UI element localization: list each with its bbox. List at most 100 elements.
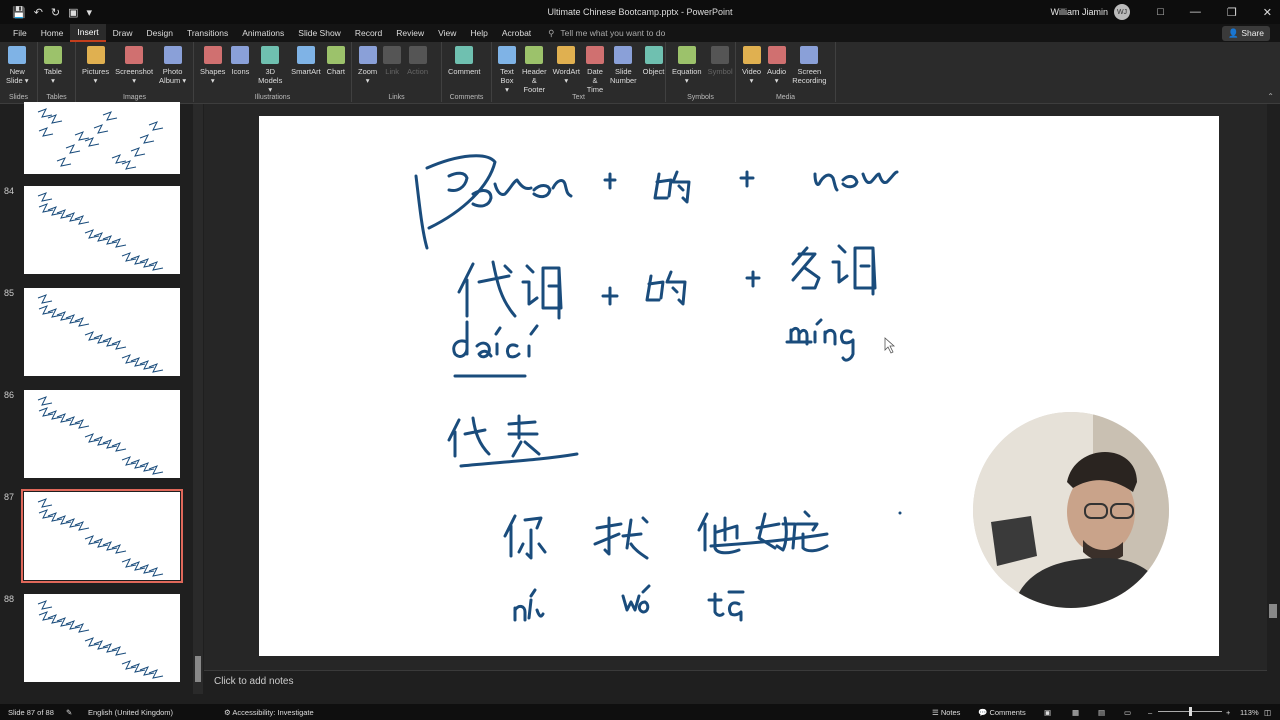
restore-icon[interactable]: ❐ <box>1227 6 1237 19</box>
screenshot-button[interactable]: Screenshot ▾ <box>112 44 156 85</box>
tab-record[interactable]: Record <box>348 24 389 42</box>
slide-thumbnail[interactable] <box>24 390 180 478</box>
ribbon-button-sublabel: Box ▾ <box>500 76 514 94</box>
ink-noun <box>813 170 899 192</box>
tab-file[interactable]: File <box>6 24 34 42</box>
new-slide-button[interactable]: New Slide ▾ <box>3 44 32 85</box>
ink-pronoun <box>414 154 573 250</box>
comments-toggle[interactable]: 💬 Comments <box>978 708 1026 717</box>
wordart-icon <box>557 46 576 64</box>
zoom-slider-thumb[interactable] <box>1189 707 1192 716</box>
present-icon[interactable]: ▣ <box>68 6 78 19</box>
language-indicator[interactable]: English (United Kingdom) <box>88 708 173 717</box>
ribbon-button-label: Table <box>44 67 62 76</box>
chart-icon <box>326 46 345 64</box>
slide-thumbnail[interactable] <box>24 288 180 376</box>
ink-pinyin-daici <box>452 320 539 359</box>
redo-icon[interactable]: ↻ <box>51 6 60 19</box>
tab-transitions[interactable]: Transitions <box>180 24 235 42</box>
tab-acrobat[interactable]: Acrobat <box>495 24 538 42</box>
normal-view-icon[interactable]: ▣ <box>1044 708 1051 717</box>
screen-recording-button[interactable]: Screen Recording <box>789 44 829 85</box>
video-button[interactable]: Video ▾ <box>739 44 764 85</box>
zoom-level[interactable]: 113% <box>1240 708 1259 717</box>
tab-design[interactable]: Design <box>140 24 180 42</box>
fit-slide-icon[interactable]: ◫ <box>1264 708 1271 717</box>
icons-icon <box>231 46 250 64</box>
ribbon-tabs: File Home Insert Draw Design Transitions Anima… <box>0 24 1280 42</box>
slide-number-button[interactable]: Slide Number <box>607 44 640 85</box>
photo-album-button[interactable]: Photo Album ▾ <box>156 44 189 85</box>
customize-qat-icon[interactable]: ▾ <box>87 6 93 19</box>
audio-button[interactable]: Audio ▾ <box>764 44 789 85</box>
ribbon-button-label: Video <box>742 67 762 76</box>
equation-button[interactable]: Equation ▾ <box>669 44 705 85</box>
tab-view[interactable]: View <box>431 24 463 42</box>
ribbon-button-label: New <box>9 67 25 76</box>
slide-sorter-icon[interactable]: ▦ <box>1072 708 1079 717</box>
thumbnail-ink <box>37 192 164 271</box>
window-controls: □ — ❐ ✕ <box>1157 6 1272 19</box>
shapes-button[interactable]: Shapes ▾ <box>197 44 228 85</box>
notes-pane[interactable]: Click to add notes <box>204 670 1267 704</box>
tab-draw[interactable]: Draw <box>106 24 140 42</box>
spelling-icon[interactable]: ✎ <box>66 708 72 717</box>
3d-models-button[interactable]: 3D Models ▾ <box>252 44 288 94</box>
ink-dot <box>898 511 902 515</box>
icons-button[interactable]: Icons <box>228 44 252 76</box>
accessibility-button[interactable]: ⚙ Accessibility: Investigate <box>224 708 314 717</box>
ribbon-button-sublabel: ▾ <box>132 76 136 85</box>
notes-label: Notes <box>940 707 961 717</box>
undo-icon[interactable]: ↶ <box>34 6 43 19</box>
wordart-button[interactable]: WordArt ▾ <box>550 44 583 85</box>
tab-animations[interactable]: Animations <box>235 24 291 42</box>
slide-icon <box>614 46 633 64</box>
slide-thumbnail[interactable] <box>24 186 180 274</box>
tab-review[interactable]: Review <box>389 24 431 42</box>
reading-view-icon[interactable]: ▤ <box>1098 708 1105 717</box>
slideshow-view-icon[interactable]: ▭ <box>1124 708 1131 717</box>
slide-scrollbar[interactable] <box>1267 104 1280 704</box>
pictures-button[interactable]: Pictures ▾ <box>79 44 112 85</box>
tab-help[interactable]: Help <box>463 24 494 42</box>
ribbon-button-label: Object <box>642 67 665 76</box>
tab-home[interactable]: Home <box>34 24 71 42</box>
ink-plus-4 <box>745 270 761 288</box>
smartart-button[interactable]: SmartArt <box>288 44 324 76</box>
tell-me-search[interactable]: ⚲ Tell me what you want to do <box>548 28 665 39</box>
photo-icon <box>163 46 182 64</box>
user-name: William Jiamin <box>1050 7 1108 17</box>
zoom-button[interactable]: Zoom ▾ <box>355 44 380 85</box>
table-button[interactable]: Table ▾ <box>41 44 65 85</box>
minimize-icon[interactable]: — <box>1190 6 1201 19</box>
action-button: Action <box>404 44 431 76</box>
tab-slide-show[interactable]: Slide Show <box>291 24 348 42</box>
header-footer-button[interactable]: Header & Footer <box>519 44 550 94</box>
close-icon[interactable]: ✕ <box>1263 6 1272 19</box>
tab-insert[interactable]: Insert <box>70 24 106 42</box>
notes-toggle[interactable]: ☰ Notes <box>932 708 960 717</box>
date-time-button[interactable]: Date & Time <box>583 44 607 94</box>
user-account[interactable]: William Jiamin WJ <box>1050 4 1130 20</box>
slide-scroll-thumb[interactable] <box>1269 604 1277 618</box>
slide-thumbnail[interactable] <box>21 489 183 583</box>
object-button[interactable]: Object <box>640 44 668 76</box>
save-icon[interactable]: 💾 <box>12 6 26 19</box>
ribbon-button-label: SmartArt <box>291 67 321 76</box>
ribbon-display-icon[interactable]: □ <box>1157 6 1164 19</box>
zoom-in-button[interactable]: + <box>1226 708 1230 717</box>
zoom-out-button[interactable]: – <box>1148 708 1152 717</box>
slide-thumbnail[interactable] <box>24 594 180 682</box>
chart-button[interactable]: Chart <box>324 44 348 76</box>
slide-thumbnail[interactable] <box>24 102 180 174</box>
share-button[interactable]: 👤 Share <box>1222 26 1270 41</box>
quick-access-toolbar: 💾 ↶ ↻ ▣ ▾ <box>0 6 200 19</box>
avatar[interactable]: WJ <box>1114 4 1130 20</box>
ribbon-button-label: Date & <box>587 67 603 85</box>
thumbnail-scroll-thumb[interactable] <box>195 656 201 682</box>
collapse-ribbon-icon[interactable]: ⌃ <box>1267 92 1274 101</box>
text-box-button[interactable]: Text Box ▾ <box>495 44 519 94</box>
thumbnail-scrollbar[interactable] <box>193 104 203 694</box>
ink-daibiao <box>447 414 541 458</box>
comment-button[interactable]: Comment <box>445 44 484 76</box>
